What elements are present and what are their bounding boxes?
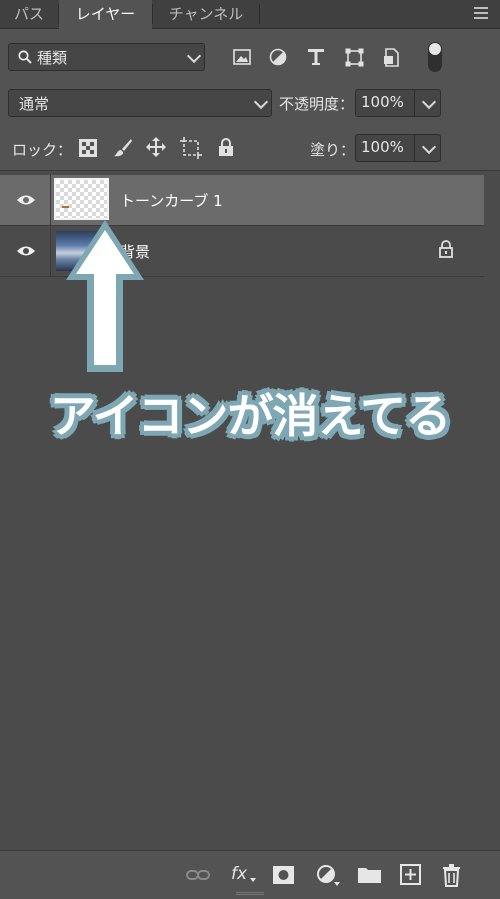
- opacity-value: 100%: [361, 93, 404, 111]
- visibility-toggle[interactable]: [0, 226, 51, 276]
- filter-kind-select[interactable]: 種類: [8, 43, 205, 71]
- tab-layers[interactable]: レイヤー: [59, 0, 152, 29]
- chevron-down-icon: [186, 48, 202, 64]
- annotation-arrow-icon: [66, 220, 144, 372]
- chevron-down-icon[interactable]: [421, 94, 437, 110]
- filter-kind-label: 種類: [37, 49, 68, 67]
- adjustment-filter-icon[interactable]: [269, 48, 287, 66]
- blend-mode-select[interactable]: 通常: [8, 89, 272, 117]
- layer-name[interactable]: トーンカーブ 1: [120, 190, 223, 211]
- delete-layer-icon[interactable]: [438, 861, 466, 889]
- mask-mark-icon: [62, 206, 69, 208]
- lock-transparent-pixels-icon[interactable]: [79, 139, 97, 157]
- chevron-down-icon[interactable]: [421, 139, 437, 155]
- eye-icon: [17, 195, 35, 205]
- panel-tab-bar: パス レイヤー チャンネル: [0, 0, 500, 29]
- tab-paths[interactable]: パス: [0, 0, 58, 28]
- lock-artboard-icon[interactable]: [180, 137, 202, 159]
- lock-label: ロック：: [12, 141, 73, 159]
- filter-toggle-icon[interactable]: [428, 42, 442, 72]
- visibility-toggle[interactable]: [0, 175, 51, 225]
- link-layers-icon[interactable]: [184, 861, 212, 889]
- smart-object-filter-icon[interactable]: [383, 48, 401, 67]
- type-filter-icon[interactable]: [307, 48, 325, 66]
- new-layer-icon[interactable]: [397, 861, 425, 889]
- panel-menu-icon[interactable]: [474, 6, 488, 20]
- image-filter-icon[interactable]: [233, 49, 251, 65]
- blend-mode-value: 通常: [19, 95, 50, 113]
- layer-lock-icon[interactable]: [439, 240, 453, 258]
- eye-icon: [17, 246, 35, 256]
- fill-label: 塗り：: [310, 141, 356, 159]
- search-icon: [18, 50, 32, 64]
- shape-filter-icon[interactable]: [345, 48, 364, 67]
- tab-channels[interactable]: チャンネル: [153, 0, 259, 28]
- opacity-label: 不透明度：: [279, 95, 355, 113]
- lock-position-icon[interactable]: [146, 137, 166, 157]
- fx-label: fx: [231, 864, 248, 884]
- new-adjustment-layer-icon[interactable]: [313, 861, 341, 889]
- new-group-folder-icon[interactable]: [356, 861, 384, 889]
- layer-thumbnail-transparent[interactable]: [54, 178, 109, 220]
- layer-style-fx-icon[interactable]: fx: [226, 861, 256, 889]
- add-mask-icon[interactable]: [270, 861, 298, 889]
- chevron-down-icon: [253, 94, 269, 110]
- resize-grip-icon[interactable]: [236, 892, 264, 893]
- annotation-text: アイコンが消えてる: [49, 389, 451, 443]
- fill-value: 100%: [361, 138, 404, 156]
- lock-image-pixels-icon[interactable]: [113, 138, 133, 158]
- fill-field[interactable]: 100%: [355, 134, 441, 162]
- opacity-field[interactable]: 100%: [355, 89, 441, 117]
- lock-all-icon[interactable]: [218, 137, 234, 157]
- tab-divider: [259, 4, 260, 24]
